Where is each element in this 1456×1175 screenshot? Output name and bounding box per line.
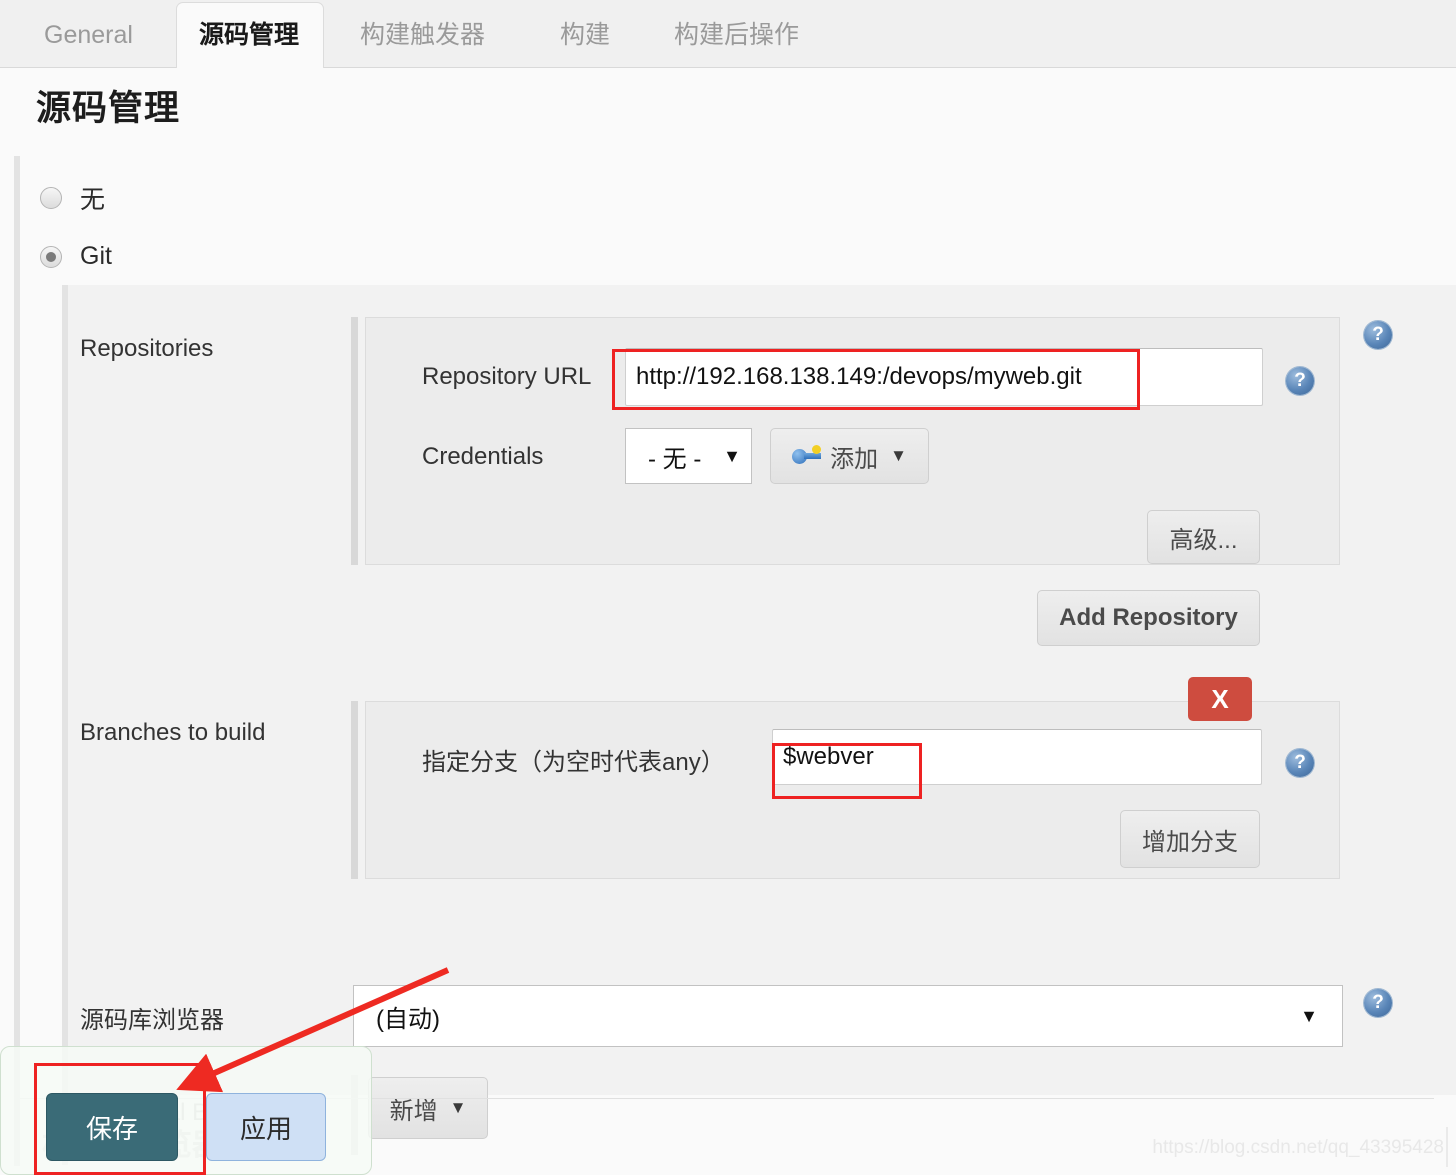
branch-specifier-label: 指定分支（为空时代表any） xyxy=(422,749,725,776)
credentials-select[interactable]: - 无 - ▼ xyxy=(625,428,752,484)
add-behaviour-button[interactable]: 新增 ▼ xyxy=(368,1077,488,1139)
repositories-rail xyxy=(351,317,358,565)
radio-none-label: 无 xyxy=(80,186,106,214)
add-behaviour-label: 新增 xyxy=(389,1097,438,1125)
radio-git-label: Git xyxy=(80,242,112,270)
watermark-text: https://blog.csdn.net/qq_43395428 xyxy=(1152,1137,1444,1158)
repo-browser-selected-value: (自动) xyxy=(376,1005,440,1033)
advanced-button[interactable]: 高级... xyxy=(1147,510,1260,564)
tab-build[interactable]: 构建 xyxy=(538,4,646,68)
tab-post-build-actions-label: 构建后操作 xyxy=(674,21,800,49)
tab-source-code-management-label: 源码管理 xyxy=(199,21,300,49)
branch-specifier-value: $webver xyxy=(783,743,874,770)
delete-repository-button[interactable]: X xyxy=(1188,677,1252,721)
branches-rail xyxy=(351,701,358,879)
repositories-subpanel: Repository URL http://192.168.138.149:/d… xyxy=(365,317,1340,646)
chevron-down-icon: ▼ xyxy=(449,1098,467,1117)
tab-build-triggers[interactable]: 构建触发器 xyxy=(338,4,522,68)
repository-url-label: Repository URL xyxy=(422,363,592,390)
watermark-bar xyxy=(1446,1127,1448,1167)
page-title: 源码管理 xyxy=(36,89,181,128)
repo-browser-help-icon[interactable]: ? xyxy=(1364,989,1392,1017)
branches-subpanel: 指定分支（为空时代表any） $webver 增加分支 xyxy=(365,701,1340,879)
branch-specifier-help-icon[interactable]: ? xyxy=(1286,749,1314,777)
tab-post-build-actions[interactable]: 构建后操作 xyxy=(652,4,836,68)
chevron-down-icon: ▼ xyxy=(890,446,907,465)
add-branch-label: 增加分支 xyxy=(1142,828,1238,856)
credentials-label: Credentials xyxy=(422,443,544,470)
repositories-label: Repositories xyxy=(80,335,214,362)
branch-specifier-input[interactable]: $webver xyxy=(772,729,1262,785)
git-scm-panel: Repositories Repository URL http://192.1… xyxy=(68,285,1456,1155)
tab-bar: General 源码管理 构建触发器 构建 构建后操作 xyxy=(0,0,1456,68)
repository-url-help-icon[interactable]: ? xyxy=(1286,367,1314,395)
page-body: 源码管理 无 Git Repositories Repository URL h… xyxy=(0,68,1456,1175)
chevron-down-icon: ▼ xyxy=(1300,1005,1318,1026)
repository-url-input[interactable]: http://192.168.138.149:/devops/myweb.git xyxy=(625,348,1263,406)
radio-git-indicator xyxy=(40,245,62,268)
repositories-help-icon[interactable]: ? xyxy=(1364,321,1392,349)
advanced-label: 高级... xyxy=(1169,526,1238,554)
add-repository-label: Add Repository xyxy=(1059,604,1238,631)
add-repository-button[interactable]: Add Repository xyxy=(1037,590,1260,646)
save-button[interactable]: 保存 xyxy=(46,1093,178,1161)
radio-none-indicator xyxy=(40,187,62,209)
tab-general[interactable]: General xyxy=(22,4,174,68)
credentials-selected-value: - 无 - xyxy=(648,445,702,473)
key-icon xyxy=(792,445,822,467)
add-branch-button[interactable]: 增加分支 xyxy=(1120,810,1260,868)
radio-scm-git[interactable]: Git xyxy=(40,242,112,271)
repo-browser-select[interactable]: (自动) ▼ xyxy=(353,985,1343,1047)
chevron-down-icon: ▼ xyxy=(723,445,741,466)
tab-build-triggers-label: 构建触发器 xyxy=(360,21,486,49)
tab-general-label: General xyxy=(44,21,133,49)
tab-source-code-management[interactable]: 源码管理 xyxy=(176,2,324,68)
branches-to-build-label: Branches to build xyxy=(80,719,266,746)
tab-build-label: 构建 xyxy=(560,21,611,49)
add-credentials-label: 添加 xyxy=(830,445,879,473)
repo-browser-label: 源码库浏览器 xyxy=(80,1007,224,1034)
radio-scm-none[interactable]: 无 xyxy=(40,180,105,216)
add-credentials-button[interactable]: 添加 ▼ xyxy=(770,428,929,484)
repository-url-value: http://192.168.138.149:/devops/myweb.git xyxy=(636,363,1082,390)
apply-button[interactable]: 应用 xyxy=(206,1093,326,1161)
section-rail-outer xyxy=(14,156,20,1166)
